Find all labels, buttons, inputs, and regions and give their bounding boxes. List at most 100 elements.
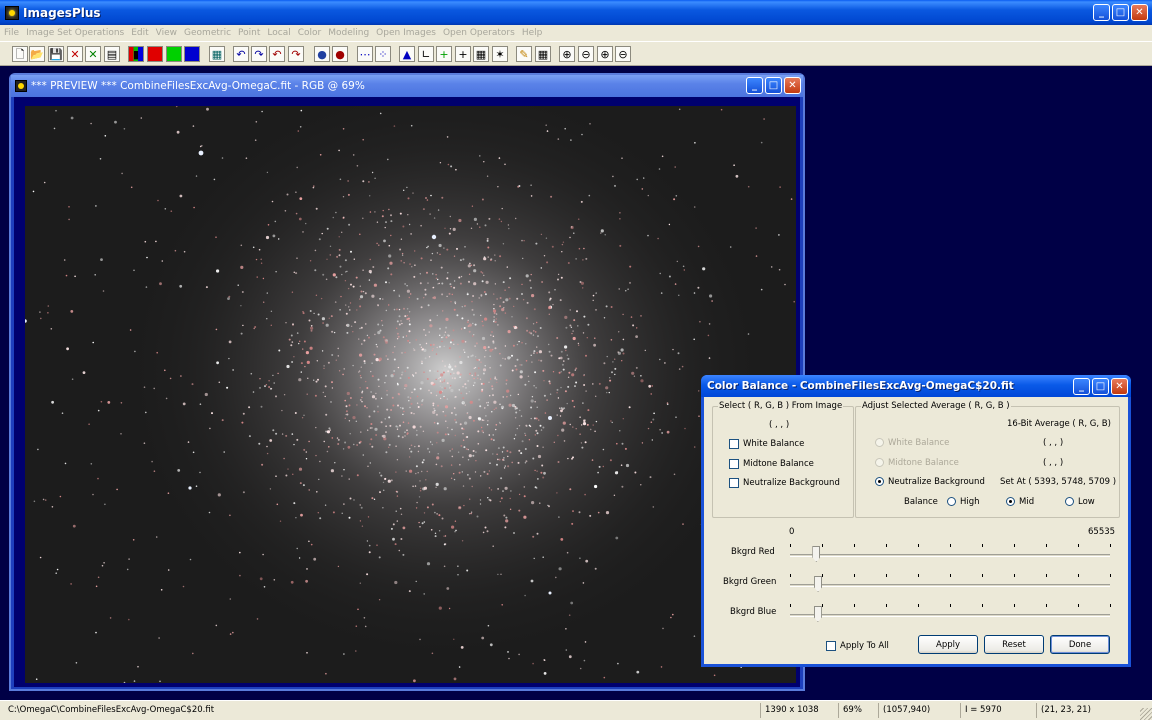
menu-view[interactable]: View (156, 28, 177, 38)
apply-button[interactable]: Apply (918, 635, 978, 654)
close-green-icon[interactable]: ✕ (85, 46, 101, 62)
menu-local[interactable]: Local (267, 28, 290, 38)
adjust-white-balance-radio[interactable] (875, 438, 884, 447)
minimize-button[interactable]: _ (1093, 4, 1110, 21)
dots-icon[interactable]: ⋯ (357, 46, 373, 62)
zoom-fit-icon[interactable]: ⊕ (597, 46, 613, 62)
menu-open-images[interactable]: Open Images (376, 28, 436, 38)
close-red-icon[interactable]: ✕ (67, 46, 83, 62)
star (447, 433, 450, 436)
menu-edit[interactable]: Edit (131, 28, 148, 38)
menu-color[interactable]: Color (298, 28, 322, 38)
star (506, 396, 508, 398)
calculator-icon[interactable]: ▦ (473, 46, 489, 62)
dialog-close-button[interactable]: ✕ (1111, 378, 1128, 395)
preview-close-button[interactable]: ✕ (784, 77, 801, 94)
apply-to-all-checkbox[interactable] (826, 641, 836, 651)
undo-icon[interactable]: ↶ (233, 46, 249, 62)
star (395, 425, 398, 428)
zoom-out-icon[interactable]: ⊖ (578, 46, 594, 62)
slider-track[interactable] (790, 584, 1110, 587)
menu-file[interactable]: File (4, 28, 19, 38)
star (285, 474, 288, 477)
dialog-minimize-button[interactable]: _ (1073, 378, 1090, 395)
menu-image-set-operations[interactable]: Image Set Operations (26, 28, 124, 38)
midtone-balance-checkbox[interactable] (729, 459, 739, 469)
star (477, 430, 480, 433)
redo-all-icon[interactable]: ↷ (288, 46, 304, 62)
menu-geometric[interactable]: Geometric (184, 28, 231, 38)
rgb-channels-icon[interactable]: ▮ (128, 46, 144, 62)
save-icon[interactable]: 💾 (48, 46, 64, 62)
adjust-midtone-balance-radio[interactable] (875, 458, 884, 467)
histogram-icon[interactable]: ▲ (399, 46, 415, 62)
balance-low-radio[interactable] (1065, 497, 1074, 506)
pencil-icon[interactable]: ✎ (516, 46, 532, 62)
star (505, 379, 508, 382)
star (408, 590, 411, 593)
star (720, 108, 723, 111)
star (227, 297, 230, 300)
slider-thumb[interactable] (813, 606, 822, 622)
redo-icon[interactable]: ↷ (251, 46, 267, 62)
preview-window-icon[interactable] (15, 80, 27, 92)
slider-tick (886, 574, 887, 577)
balance-mid-radio[interactable] (1006, 497, 1015, 506)
star (523, 495, 526, 498)
red-channel-icon[interactable] (147, 46, 163, 62)
new-icon[interactable]: 🗋 (12, 46, 28, 62)
slider-track[interactable] (790, 614, 1110, 617)
star (205, 286, 208, 289)
star (315, 207, 318, 210)
maximize-button[interactable]: □ (1112, 4, 1129, 21)
slider-thumb[interactable] (814, 576, 823, 592)
app-titlebar[interactable]: ImagesPlus _ □ ✕ (0, 0, 1152, 25)
adjust-neutralize-background-radio[interactable] (875, 477, 884, 486)
dialog-titlebar[interactable]: Color Balance - CombineFilesExcAvg-Omega… (701, 375, 1131, 397)
zoom-actual-icon[interactable]: ⊖ (615, 46, 631, 62)
stop-icon[interactable]: ● (332, 46, 348, 62)
print-icon[interactable]: ▤ (104, 46, 120, 62)
menu-open-operators[interactable]: Open Operators (443, 28, 515, 38)
reset-button[interactable]: Reset (984, 635, 1044, 654)
star (466, 569, 469, 572)
star (159, 282, 162, 286)
crosshair-icon[interactable]: + (455, 46, 471, 62)
star (397, 435, 400, 438)
preview-minimize-button[interactable]: _ (746, 77, 763, 94)
star (365, 380, 367, 383)
dialog-maximize-button[interactable]: □ (1092, 378, 1109, 395)
slider-thumb[interactable] (812, 546, 821, 562)
neutralize-background-checkbox[interactable] (729, 478, 739, 488)
menu-point[interactable]: Point (238, 28, 260, 38)
grid-icon[interactable]: ▦ (209, 46, 225, 62)
bkgrd-green-slider[interactable] (704, 571, 1128, 599)
curve-icon[interactable]: ∟ (418, 46, 434, 62)
star-tool-icon[interactable]: ✶ (492, 46, 508, 62)
crosshair-green-icon[interactable]: + (436, 46, 452, 62)
undo-all-icon[interactable]: ↶ (269, 46, 285, 62)
table-icon[interactable]: ▦ (535, 46, 551, 62)
white-balance-checkbox[interactable] (729, 439, 739, 449)
scatter-icon[interactable]: ⁘ (375, 46, 391, 62)
green-channel-icon[interactable] (166, 46, 182, 62)
blue-channel-icon[interactable] (184, 46, 200, 62)
star-cluster-image[interactable] (25, 106, 796, 683)
preview-maximize-button[interactable]: □ (765, 77, 782, 94)
zoom-in-icon[interactable]: ⊕ (559, 46, 575, 62)
menu-modeling[interactable]: Modeling (328, 28, 369, 38)
bkgrd-blue-slider[interactable] (704, 601, 1128, 629)
done-button[interactable]: Done (1050, 635, 1110, 654)
circle-tool-icon[interactable]: ● (314, 46, 330, 62)
slider-track[interactable] (790, 554, 1110, 557)
star (525, 274, 529, 278)
app-logo-icon[interactable] (5, 5, 19, 20)
preview-titlebar[interactable]: *** PREVIEW *** CombineFilesExcAvg-Omega… (11, 75, 803, 97)
close-button[interactable]: ✕ (1131, 4, 1148, 21)
balance-high-radio[interactable] (947, 497, 956, 506)
star (440, 266, 443, 269)
menu-help[interactable]: Help (522, 28, 543, 38)
bkgrd-red-slider[interactable] (704, 541, 1128, 569)
open-icon[interactable]: 📂 (29, 46, 45, 62)
size-grip[interactable] (1140, 708, 1152, 720)
